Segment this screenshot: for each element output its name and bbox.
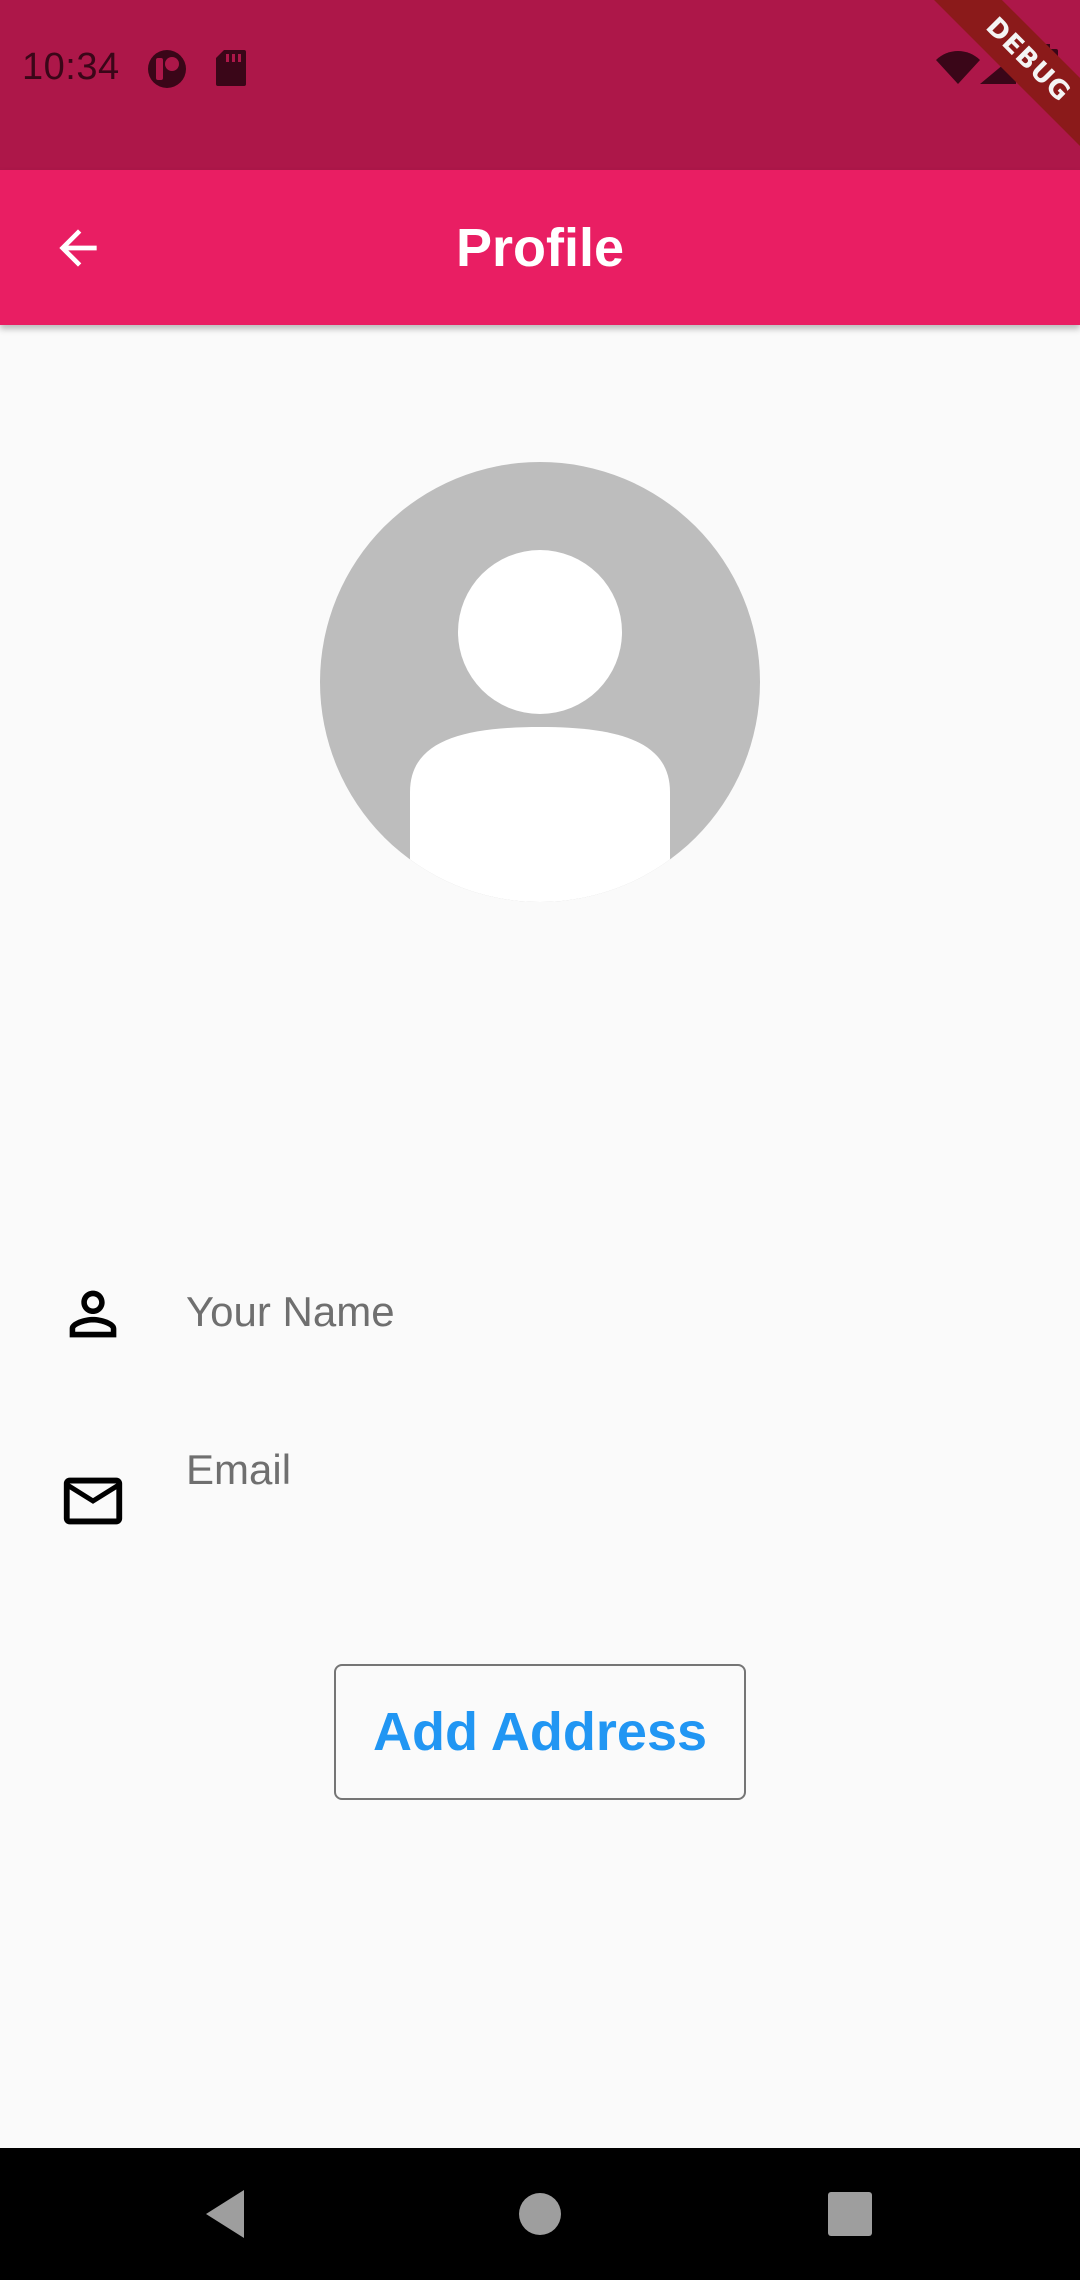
back-icon[interactable] [196,2184,256,2244]
status-bar: 10:34 DEBUG [0,0,1080,170]
home-icon[interactable] [510,2184,570,2244]
add-address-label: Add Address [372,1702,708,1762]
status-time: 10:34 [22,46,120,88]
sd-card-icon [216,50,246,86]
person-outline-icon [69,1290,117,1338]
email-input[interactable] [186,1430,1036,1510]
app-notification-icon [148,50,186,88]
page-title: Profile [455,217,625,278]
profile-screen: 10:34 DEBUG Profile Your Name Email Add … [0,0,1080,2280]
system-nav-bar [0,2148,1080,2280]
recents-icon[interactable] [820,2184,880,2244]
add-address-button[interactable]: Add Address [334,1664,746,1800]
mail-outline-icon [63,1477,123,1525]
email-row [0,1430,1080,1550]
app-bar: Profile [0,170,1080,325]
person-placeholder-icon [410,550,670,902]
debug-banner-container: DEBUG [920,0,1080,160]
avatar[interactable] [320,462,760,902]
name-input[interactable] [186,1272,1036,1352]
name-row [0,1254,1080,1374]
debug-banner: DEBUG [920,0,1080,160]
